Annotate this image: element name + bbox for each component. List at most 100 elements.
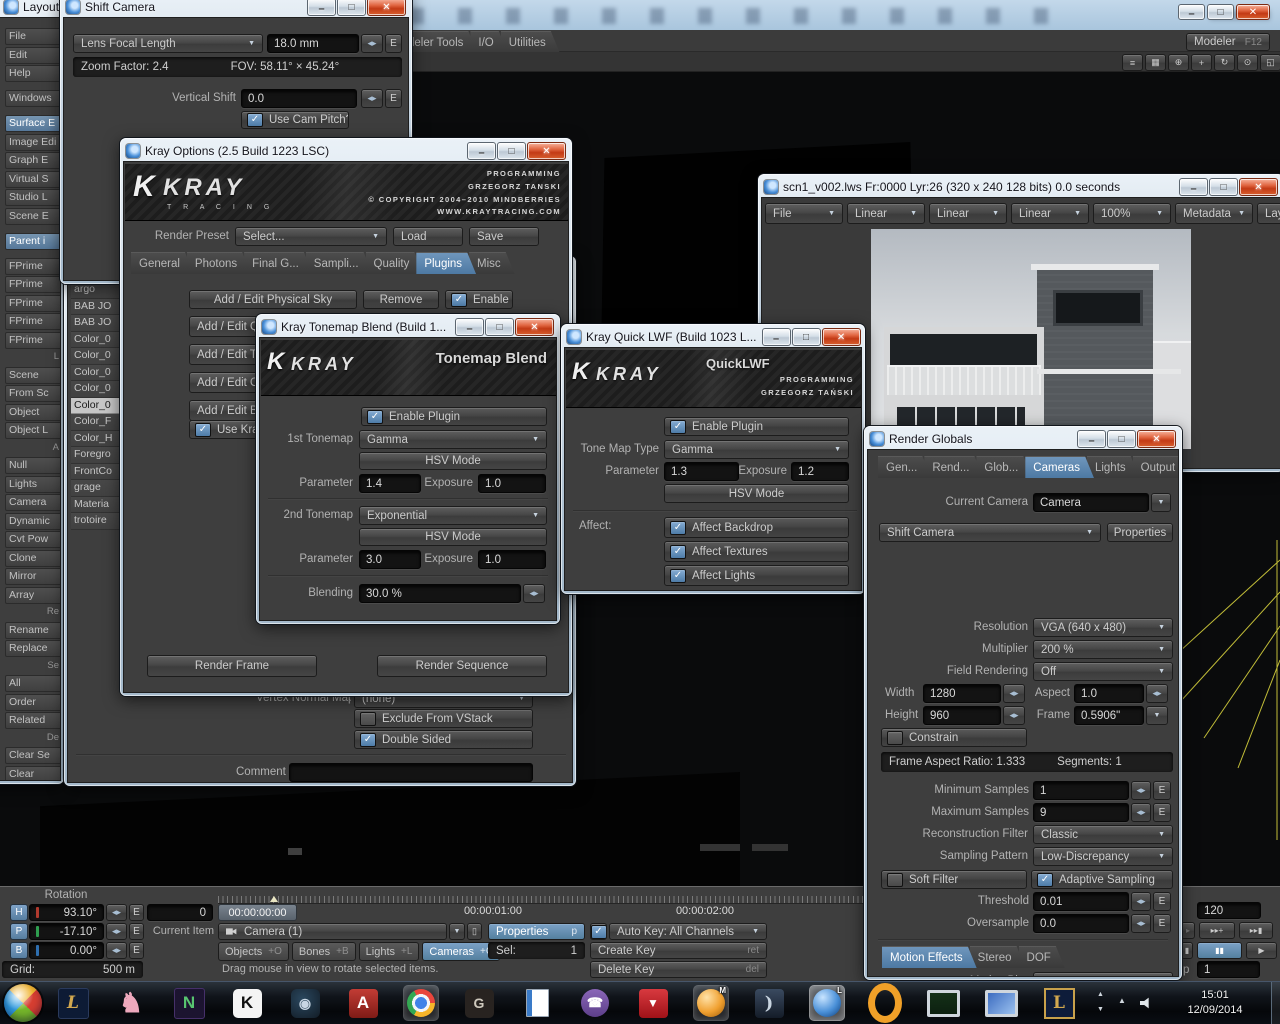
layout-titlebar[interactable]: Layout: [0, 0, 61, 17]
item-type-tab[interactable]: Lights+L: [359, 942, 420, 961]
render-globals-tab[interactable]: Lights: [1087, 456, 1140, 478]
bg-minimize-button[interactable]: [1178, 4, 1205, 20]
height-stepper[interactable]: [1003, 706, 1025, 725]
sidebar-item[interactable]: Image Edi: [5, 134, 61, 151]
close-button[interactable]: [515, 318, 554, 336]
blending-field[interactable]: 30.0 %: [359, 584, 521, 603]
soft-filter-checkbox[interactable]: Soft Filter: [881, 870, 1027, 889]
vertical-shift-field[interactable]: 0.0: [241, 89, 357, 108]
tone-map-type-dropdown[interactable]: Gamma: [664, 440, 849, 459]
minimum-samples-field[interactable]: 1: [1033, 781, 1129, 800]
timeline-ruler[interactable]: [218, 896, 866, 904]
exposure-field-2[interactable]: 1.0: [478, 550, 546, 569]
frame-dropdown-button[interactable]: [1146, 706, 1168, 725]
go-to-end-button[interactable]: ▸▸▮: [1239, 922, 1273, 939]
sidebar-item[interactable]: [5, 84, 61, 89]
oversample-envelope[interactable]: [1153, 914, 1171, 933]
item-properties-button[interactable]: Propertiesp: [488, 923, 585, 940]
sidebar-item[interactable]: Virtual S: [5, 171, 61, 188]
render-sequence-button[interactable]: Render Sequence: [377, 655, 547, 677]
pitch-envelope[interactable]: [129, 923, 144, 940]
preview-toolbar-dropdown[interactable]: Metadata: [1175, 203, 1253, 224]
exposure-field[interactable]: 1.2: [791, 462, 849, 481]
sidebar-item[interactable]: Clone: [5, 550, 61, 567]
modeler-launch-button[interactable]: ModelerF12: [1186, 33, 1270, 51]
minimize-button[interactable]: [307, 0, 336, 16]
tray-scroll-down-icon[interactable]: ▼: [1097, 1006, 1104, 1013]
exclude-vstack-checkbox[interactable]: Exclude From VStack: [354, 709, 533, 728]
minimum-samples-stepper[interactable]: [1131, 781, 1151, 800]
sidebar-item[interactable]: De: [5, 731, 61, 746]
sidebar-item[interactable]: File: [5, 28, 61, 45]
sidebar-item[interactable]: Dynamic: [5, 513, 61, 530]
hsv-mode-button[interactable]: HSV Mode: [664, 484, 849, 503]
render-globals-tab[interactable]: Cameras: [1025, 456, 1094, 478]
render-globals-tab[interactable]: Glob...: [976, 456, 1032, 478]
minimize-button[interactable]: [467, 142, 496, 160]
preview-titlebar[interactable]: scn1_v002.lws Fr:0000 Lyr:26 (320 x 240 …: [761, 177, 1280, 197]
preview-toolbar-dropdown[interactable]: Layer: [1257, 203, 1280, 224]
frame-step-back-button[interactable]: ▮: [1181, 942, 1193, 959]
sampling-pattern-dropdown[interactable]: Low-Discrepancy: [1033, 847, 1173, 866]
width-stepper[interactable]: [1003, 684, 1025, 703]
sidebar-item[interactable]: Camera: [5, 494, 61, 511]
render-globals-tab[interactable]: Gen...: [878, 456, 931, 478]
taskbar-app-icon[interactable]: L: [56, 986, 90, 1020]
minimize-button[interactable]: [455, 318, 484, 336]
sidebar-item[interactable]: Order: [5, 694, 61, 711]
current-camera-dropdown-button[interactable]: [1151, 493, 1171, 512]
taskbar-app-icon[interactable]: [520, 986, 554, 1020]
taskbar-app-icon[interactable]: ☎: [578, 986, 612, 1020]
render-globals-tab[interactable]: Rend...: [924, 456, 983, 478]
current-item-arrow-button[interactable]: [449, 923, 465, 940]
sidebar-item[interactable]: Clear: [5, 766, 61, 782]
show-desktop-button[interactable]: [1271, 982, 1280, 1024]
taskbar-app-icon[interactable]: N: [172, 986, 206, 1020]
heading-stepper[interactable]: [106, 904, 127, 921]
play-button[interactable]: ▶: [1246, 942, 1277, 959]
threshold-envelope[interactable]: [1153, 892, 1171, 911]
mini-tool-icon[interactable]: +: [1191, 54, 1212, 71]
taskbar-app-icon[interactable]: [404, 986, 438, 1020]
hsv-mode-button-2[interactable]: HSV Mode: [359, 528, 547, 546]
render-globals-bottom-tab[interactable]: DOF: [1019, 946, 1065, 968]
sidebar-item[interactable]: L: [5, 350, 61, 365]
heading-envelope[interactable]: [129, 904, 144, 921]
maximum-samples-envelope[interactable]: [1153, 803, 1171, 822]
remove-plugin-button[interactable]: Remove: [363, 290, 439, 309]
second-tonemap-dropdown[interactable]: Exponential: [359, 506, 547, 525]
sidebar-item[interactable]: All: [5, 675, 61, 692]
taskbar-app-icon[interactable]: M: [694, 986, 728, 1020]
sidebar-item[interactable]: Lights: [5, 476, 61, 493]
field-rendering-dropdown[interactable]: Off: [1033, 662, 1173, 681]
item-type-tab[interactable]: Objects+O: [218, 942, 289, 961]
sidebar-item[interactable]: Array: [5, 587, 61, 604]
taskbar-app-icon[interactable]: ◉: [288, 986, 322, 1020]
kray-tab[interactable]: Final G...: [244, 252, 313, 274]
show-hidden-icons-button[interactable]: ▲: [1118, 997, 1126, 1004]
maximize-button[interactable]: [1107, 430, 1136, 448]
lens-value-field[interactable]: 18.0 mm: [267, 34, 359, 53]
play-forward-button-dim[interactable]: ▸: [1181, 922, 1195, 939]
enable-plugin-checkbox[interactable]: Enable Plugin: [361, 407, 547, 426]
vertical-shift-envelope-button[interactable]: [385, 89, 402, 108]
sidebar-item[interactable]: [5, 109, 61, 114]
taskbar-app-icon[interactable]: L: [810, 986, 844, 1020]
preview-toolbar-dropdown[interactable]: 100%: [1093, 203, 1171, 224]
taskbar-app-icon[interactable]: K: [230, 986, 264, 1020]
frame-field[interactable]: 0.5906": [1074, 706, 1144, 725]
taskbar-app-icon[interactable]: L: [1042, 986, 1076, 1020]
mini-tool-icon[interactable]: ≡: [1122, 54, 1143, 71]
parameter-field[interactable]: 1.3: [664, 462, 739, 481]
taskbar-app-icon[interactable]: ♞: [114, 986, 148, 1020]
mini-tool-icon[interactable]: ◱: [1260, 54, 1280, 71]
sidebar-item[interactable]: FPrime: [5, 258, 61, 275]
preset-load-button[interactable]: Load: [393, 227, 463, 246]
kray-tab[interactable]: General: [131, 252, 194, 274]
mini-tool-icon[interactable]: ⊙: [1237, 54, 1258, 71]
render-globals-titlebar[interactable]: Render Globals: [867, 429, 1179, 449]
taskbar-app-icon[interactable]: A: [346, 986, 380, 1020]
sidebar-item[interactable]: Help: [5, 65, 61, 82]
sidebar-item[interactable]: From Sc: [5, 385, 61, 402]
item-list-button[interactable]: ▯: [467, 923, 482, 940]
